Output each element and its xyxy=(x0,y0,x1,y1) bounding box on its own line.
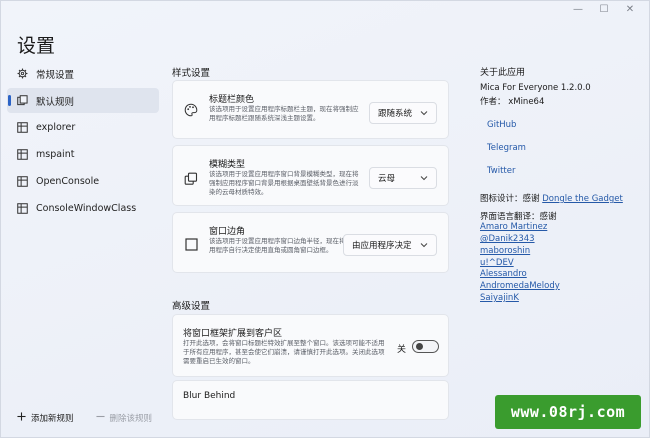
sidebar-item-explorer[interactable]: explorer xyxy=(7,115,159,140)
palette-icon xyxy=(184,103,198,117)
icon-credit: 图标设计：感谢 Dongle the Gadget xyxy=(480,192,623,204)
titlebar-color-title: 标题栏颜色 xyxy=(209,95,255,105)
sidebar-item-mspaint[interactable]: mspaint xyxy=(7,142,159,167)
add-rule-button[interactable]: 添加新规则 xyxy=(17,412,74,424)
extend-frame-toggle[interactable] xyxy=(412,340,439,353)
titlebar-color-card: 标题栏颜色 该选项用于设置应用程序标题栏主题，现在将强制应用程序标题栏跟随系统深… xyxy=(172,80,449,139)
rules-icon xyxy=(17,95,28,106)
sidebar-item-label: 常规设置 xyxy=(36,69,75,81)
about-author: 作者： xMine64 xyxy=(480,97,545,107)
window-corner-value: 由应用程序决定 xyxy=(352,241,412,251)
rule-icon xyxy=(17,122,28,133)
rule-icon xyxy=(17,203,28,214)
sidebar-item-general[interactable]: 常规设置 xyxy=(7,61,159,86)
translator-link[interactable]: u!^DEV xyxy=(480,258,514,268)
titlebar-color-desc: 该选项用于设置应用程序标题栏主题，现在将强制应用程序标题栏跟随系统深浅主题设置。 xyxy=(209,105,359,122)
sidebar-item-consolewindowclass[interactable]: ConsoleWindowClass xyxy=(7,196,159,221)
twitter-link[interactable]: Twitter xyxy=(487,166,516,176)
blur-behind-card: Blur Behind xyxy=(172,380,449,420)
titlebar-color-value: 跟随系统 xyxy=(378,109,413,119)
chevron-down-icon xyxy=(420,111,428,116)
minimize-button[interactable]: — xyxy=(565,3,591,17)
sidebar: 常规设置 默认规则 explorer mspaint OpenConsole C… xyxy=(7,61,159,223)
bottom-toolbar: 添加新规则 删除该规则 xyxy=(17,412,152,424)
sidebar-item-label: mspaint xyxy=(36,149,75,160)
about-title: 关于此应用 xyxy=(480,68,526,78)
delete-rule-button[interactable]: 删除该规则 xyxy=(95,412,153,424)
translator-link[interactable]: SaiyajinK xyxy=(480,293,519,303)
square-icon xyxy=(184,237,198,251)
style-section-title: 样式设置 xyxy=(172,68,211,79)
blur-type-dropdown[interactable]: 云母 xyxy=(369,167,437,189)
window-controls: — ☐ ✕ xyxy=(565,3,643,17)
windows-stack-icon xyxy=(184,172,198,186)
add-rule-label: 添加新规则 xyxy=(31,414,74,424)
toggle-knob xyxy=(416,343,423,350)
about-version: Mica For Everyone 1.2.0.0 xyxy=(480,83,591,93)
icon-designer-link[interactable]: Dongle the Gadget xyxy=(542,194,623,204)
sidebar-item-label: explorer xyxy=(36,122,76,133)
gear-icon xyxy=(17,68,28,79)
chevron-down-icon xyxy=(420,176,428,181)
sidebar-item-label: 默认规则 xyxy=(36,96,75,108)
window-corner-dropdown[interactable]: 由应用程序决定 xyxy=(343,234,437,256)
chevron-down-icon xyxy=(420,243,428,248)
rule-icon xyxy=(17,149,28,160)
translator-link[interactable]: AndromedaMelody xyxy=(480,281,560,291)
extend-frame-desc: 打开此选项，会将窗口标题栏特效扩展至整个窗口。该选项可能不适用于所有应用程序，甚… xyxy=(183,339,385,365)
extend-frame-card: 将窗口框架扩展到客户区 打开此选项，会将窗口标题栏特效扩展至整个窗口。该选项可能… xyxy=(172,314,449,377)
titlebar-color-dropdown[interactable]: 跟随系统 xyxy=(369,102,437,124)
minus-icon xyxy=(95,412,105,424)
extend-frame-title: 将窗口框架扩展到客户区 xyxy=(183,329,283,339)
window-corner-desc: 该选项用于设置应用程序窗口边角半径，现在将由应用程序自行决定使用直角或圆角窗口边… xyxy=(209,237,359,254)
rule-icon xyxy=(17,176,28,187)
plus-icon xyxy=(17,412,26,424)
site-watermark: www.08rj.com xyxy=(495,395,641,429)
translator-link[interactable]: Amaro Martinez xyxy=(480,222,547,232)
blur-type-card: 模糊类型 该选项用于设置应用程序窗口背景模糊类型，现在将强制应用程序窗口背景用根… xyxy=(172,145,449,206)
maximize-button[interactable]: ☐ xyxy=(591,3,617,17)
github-link[interactable]: GitHub xyxy=(487,120,516,130)
blur-type-desc: 该选项用于设置应用程序窗口背景模糊类型，现在将强制应用程序窗口背景用根据桌面壁纸… xyxy=(209,170,359,196)
translators-title: 界面语言翻译：感谢 xyxy=(480,212,557,222)
translator-link[interactable]: @Danik2343 xyxy=(480,234,535,244)
translator-link[interactable]: maboroshin xyxy=(480,246,530,256)
blur-behind-title: Blur Behind xyxy=(183,391,236,401)
translator-link[interactable]: Alessandro xyxy=(480,269,527,279)
blur-type-title: 模糊类型 xyxy=(209,160,246,170)
advanced-section-title: 高级设置 xyxy=(172,301,211,312)
sidebar-item-default-rule[interactable]: 默认规则 xyxy=(7,88,159,113)
telegram-link[interactable]: Telegram xyxy=(487,143,526,153)
page-title: 设置 xyxy=(17,35,56,57)
app-window: — ☐ ✕ 设置 常规设置 默认规则 explorer mspaint Open… xyxy=(0,0,650,438)
sidebar-item-label: OpenConsole xyxy=(36,176,100,187)
window-corner-card: 窗口边角 该选项用于设置应用程序窗口边角半径，现在将由应用程序自行决定使用直角或… xyxy=(172,212,449,273)
sidebar-item-openconsole[interactable]: OpenConsole xyxy=(7,169,159,194)
icon-credit-prefix: 图标设计：感谢 xyxy=(480,194,540,204)
sidebar-item-label: ConsoleWindowClass xyxy=(36,203,137,214)
close-button[interactable]: ✕ xyxy=(617,3,643,17)
blur-type-value: 云母 xyxy=(378,174,396,184)
extend-frame-state-label: 关 xyxy=(397,345,407,355)
delete-rule-label: 删除该规则 xyxy=(109,414,153,424)
window-corner-title: 窗口边角 xyxy=(209,227,246,237)
